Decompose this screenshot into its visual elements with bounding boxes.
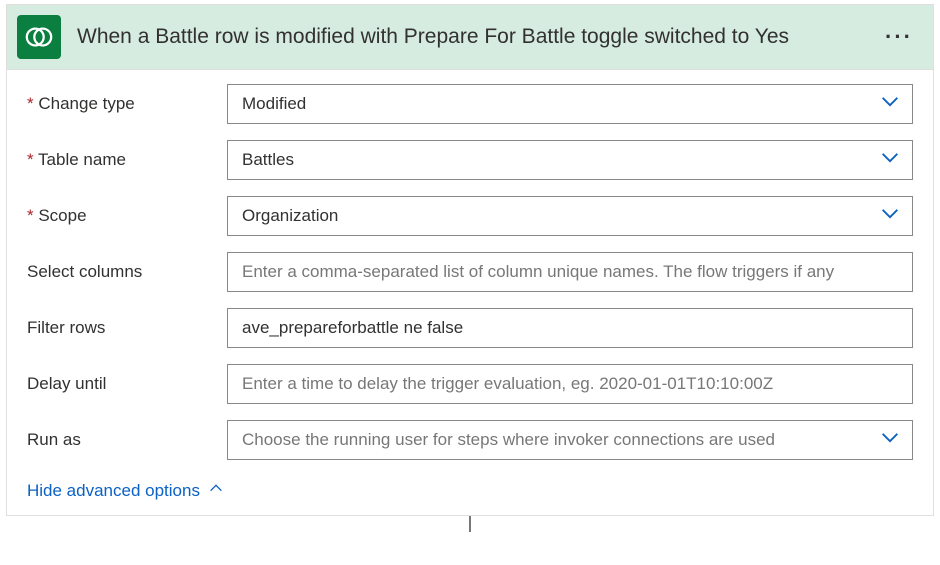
card-body: Change type Modified Table name Battles … xyxy=(7,70,933,515)
more-menu-button[interactable]: ··· xyxy=(881,24,917,50)
scope-value: Organization xyxy=(242,206,338,226)
field-row-filter-rows: Filter rows xyxy=(27,308,913,348)
trigger-card: When a Battle row is modified with Prepa… xyxy=(6,4,934,516)
field-row-table-name: Table name Battles xyxy=(27,140,913,180)
card-title[interactable]: When a Battle row is modified with Prepa… xyxy=(61,25,881,49)
label-filter-rows: Filter rows xyxy=(27,318,227,338)
field-row-run-as: Run as Choose the running user for steps… xyxy=(27,420,913,460)
run-as-select[interactable]: Choose the running user for steps where … xyxy=(227,420,913,460)
select-columns-input[interactable] xyxy=(242,262,898,282)
label-change-type: Change type xyxy=(27,94,227,114)
label-select-columns: Select columns xyxy=(27,262,227,282)
change-type-value: Modified xyxy=(242,94,306,114)
field-row-change-type: Change type Modified xyxy=(27,84,913,124)
label-run-as: Run as xyxy=(27,430,227,450)
chevron-up-icon xyxy=(208,480,224,501)
label-delay-until: Delay until xyxy=(27,374,227,394)
label-table-name: Table name xyxy=(27,150,227,170)
dataverse-icon xyxy=(17,15,61,59)
table-name-select[interactable]: Battles xyxy=(227,140,913,180)
hide-advanced-options-label: Hide advanced options xyxy=(27,481,200,501)
run-as-placeholder: Choose the running user for steps where … xyxy=(242,430,775,450)
delay-until-input[interactable] xyxy=(242,374,898,394)
change-type-select[interactable]: Modified xyxy=(227,84,913,124)
filter-rows-input[interactable] xyxy=(242,318,898,338)
label-scope: Scope xyxy=(27,206,227,226)
field-row-delay-until: Delay until xyxy=(27,364,913,404)
scope-select[interactable]: Organization xyxy=(227,196,913,236)
flow-connector-line xyxy=(469,516,471,532)
hide-advanced-options-link[interactable]: Hide advanced options xyxy=(27,476,224,501)
field-row-scope: Scope Organization xyxy=(27,196,913,236)
field-row-select-columns: Select columns xyxy=(27,252,913,292)
card-header: When a Battle row is modified with Prepa… xyxy=(7,5,933,70)
table-name-value: Battles xyxy=(242,150,294,170)
